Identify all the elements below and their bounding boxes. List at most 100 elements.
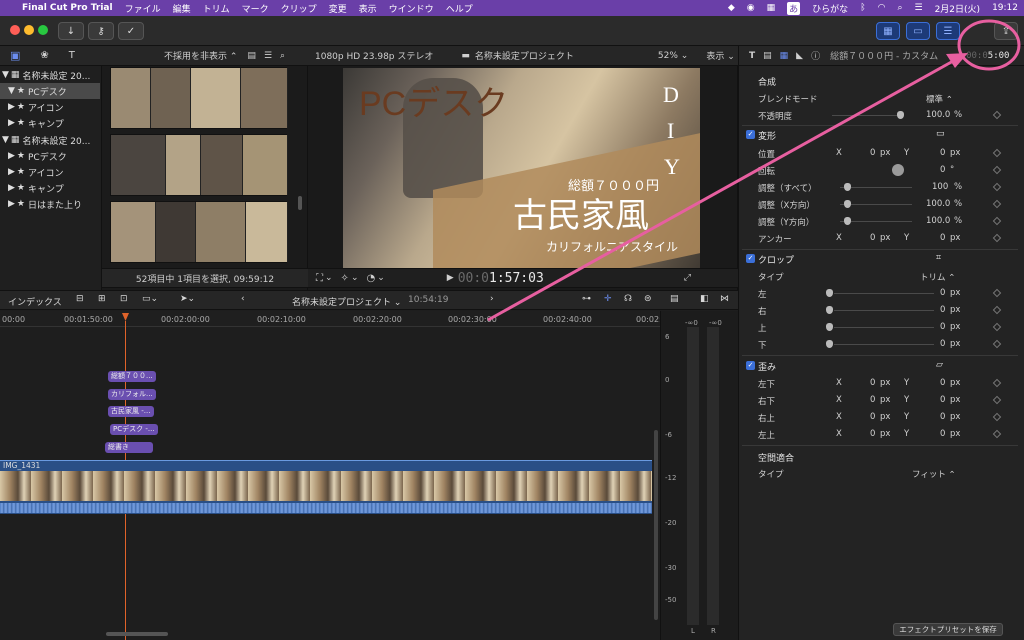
text-inspector-tab[interactable]: ▤ xyxy=(763,51,772,61)
effects-browser-icon[interactable]: ◧ xyxy=(700,294,709,304)
skimming-icon[interactable]: ⊶ xyxy=(582,294,591,304)
anchor-y-value[interactable]: 0 xyxy=(940,233,945,243)
share-button[interactable]: ⇪ xyxy=(994,22,1018,40)
distort-tl-x-value[interactable]: 0 xyxy=(870,429,875,439)
show-inspector-button[interactable]: ☰ xyxy=(936,22,960,40)
clip-thumbnail[interactable] xyxy=(110,67,288,129)
show-timeline-button[interactable]: ▭ xyxy=(906,22,930,40)
keywords-button[interactable]: ⚷ xyxy=(88,22,114,40)
crop-right-slider[interactable] xyxy=(834,310,934,311)
event-item-icon[interactable]: ▶ ★ アイコン xyxy=(0,99,100,115)
opacity-value[interactable]: 100.0 xyxy=(926,110,950,120)
timeline-project-popup[interactable]: 名称未設定プロジェクト ⌄ xyxy=(292,295,401,308)
transform-icon[interactable]: ⛶ xyxy=(316,273,323,284)
timeline-horizontal-scrollbar[interactable] xyxy=(106,632,168,636)
transitions-browser-icon[interactable]: ⋈ xyxy=(720,294,729,304)
disclosure-closed-icon[interactable]: ▶ xyxy=(8,183,15,193)
title-clip[interactable]: PCデスク -... xyxy=(110,424,158,435)
play-button[interactable]: ▶ xyxy=(447,273,454,283)
distort-tr-x-value[interactable]: 0 xyxy=(870,412,875,422)
audio-skimming-icon[interactable]: ✛ xyxy=(604,294,612,304)
keyframe-icon[interactable] xyxy=(992,216,1002,226)
browser-scrollbar[interactable] xyxy=(298,196,302,210)
disclosure-closed-icon[interactable]: ▶ xyxy=(8,102,15,112)
spatial-conform-section-header[interactable]: 空間適合 xyxy=(742,449,1020,466)
library-item[interactable]: ▼ ▦ 名称未設定 20... xyxy=(0,132,100,148)
headphones-icon[interactable]: ☊ xyxy=(624,294,632,304)
keyframe-icon[interactable] xyxy=(992,233,1002,243)
menu-modify[interactable]: 変更 xyxy=(329,2,347,15)
select-tool-icon[interactable]: ➤⌄ xyxy=(180,294,195,304)
keyboard-icon[interactable]: ▦ xyxy=(767,3,776,13)
search-icon[interactable]: ⌕ xyxy=(897,3,902,13)
menu-help[interactable]: ヘルプ xyxy=(446,2,473,15)
disclosure-closed-icon[interactable]: ▶ xyxy=(8,151,15,161)
keyframe-icon[interactable] xyxy=(992,412,1002,422)
menu-clip[interactable]: クリップ xyxy=(281,2,317,15)
solo-icon[interactable]: ⊜ xyxy=(644,294,652,304)
crop-top-value[interactable]: 0 xyxy=(940,322,945,332)
connect-clip-icon[interactable]: ⊟ xyxy=(76,294,84,304)
keyframe-icon[interactable] xyxy=(992,339,1002,349)
fullscreen-icon[interactable]: ⤢ xyxy=(684,273,691,283)
blend-mode-popup[interactable]: 標準 ⌃ xyxy=(926,93,953,105)
background-tasks-button[interactable]: ✓ xyxy=(118,22,144,40)
input-method-icon[interactable]: あ xyxy=(787,1,801,15)
conform-type-popup[interactable]: フィット ⌃ xyxy=(912,468,956,480)
timeline-ruler[interactable]: 00:00 00:01:50:00 00:02:00:00 00:02:10:0… xyxy=(0,311,685,327)
crop-top-slider-knob[interactable] xyxy=(826,323,833,331)
dropbox-icon[interactable]: ◆ xyxy=(728,3,735,13)
clip-thumbnail[interactable] xyxy=(110,201,288,263)
crop-right-value[interactable]: 0 xyxy=(940,305,945,315)
photos-icon[interactable]: ❀ xyxy=(40,50,48,61)
menu-edit[interactable]: 編集 xyxy=(173,2,191,15)
opacity-slider-knob[interactable] xyxy=(897,111,904,119)
control-center-icon[interactable]: ☰ xyxy=(915,3,923,13)
keyframe-icon[interactable] xyxy=(992,288,1002,298)
transform-section-header[interactable]: ✓ 変形 ▭ xyxy=(742,127,1020,144)
list-view-icon[interactable]: ☰ xyxy=(264,51,272,61)
title-clip[interactable]: 総額７００... xyxy=(108,371,156,382)
distort-section-header[interactable]: ✓ 歪み ▱ xyxy=(742,358,1020,375)
title-clip[interactable]: 古民家風 -... xyxy=(108,406,154,417)
view-menu[interactable]: 表示 ⌄ xyxy=(706,49,734,62)
video-inspector-tab[interactable]: ▦ xyxy=(780,51,789,61)
event-item-sun-also-rises[interactable]: ▶ ★ 日はまた上り xyxy=(0,196,100,212)
position-y-value[interactable]: 0 xyxy=(940,148,945,158)
keyframe-icon[interactable] xyxy=(992,110,1002,120)
transform-checkbox[interactable]: ✓ xyxy=(746,130,755,139)
title-inspector-tab[interactable]: T xyxy=(749,51,755,61)
title-clip[interactable]: カリフォル... xyxy=(108,389,156,400)
crop-bottom-value[interactable]: 0 xyxy=(940,339,945,349)
titles-icon[interactable]: T xyxy=(69,50,75,61)
insert-clip-icon[interactable]: ⊞ xyxy=(98,294,106,304)
event-item-camp[interactable]: ▶ ★ キャンプ xyxy=(0,115,100,131)
rotation-value[interactable]: 0 xyxy=(940,165,945,175)
retime-icon[interactable]: ◔ xyxy=(366,273,375,284)
scale-x-value[interactable]: 100.0 xyxy=(926,199,950,209)
opacity-slider[interactable] xyxy=(832,115,904,116)
scale-all-value[interactable]: 100 xyxy=(932,182,948,192)
crop-left-slider[interactable] xyxy=(834,293,934,294)
libraries-icon[interactable]: ▣ xyxy=(10,49,20,62)
overwrite-menu-icon[interactable]: ▭⌄ xyxy=(142,294,158,304)
disclosure-open-icon[interactable]: ▼ xyxy=(8,86,15,96)
event-item-pc-desk[interactable]: ▼ ★ PCデスク xyxy=(0,83,100,99)
disclosure-open-icon[interactable]: ▼ xyxy=(2,135,9,145)
video-clip[interactable]: IMG_1431 xyxy=(0,460,652,514)
menu-trim[interactable]: トリム xyxy=(203,2,230,15)
info-inspector-tab[interactable]: ⓘ xyxy=(811,49,820,62)
disclosure-closed-icon[interactable]: ▶ xyxy=(8,199,15,209)
history-back-icon[interactable]: ‹ xyxy=(241,294,245,304)
save-effects-preset-button[interactable]: エフェクトプリセットを保存 xyxy=(893,623,1003,636)
keyframe-icon[interactable] xyxy=(992,182,1002,192)
disclosure-closed-icon[interactable]: ▶ xyxy=(8,167,15,177)
keyframe-icon[interactable] xyxy=(992,148,1002,158)
crop-left-slider-knob[interactable] xyxy=(826,289,833,297)
distort-checkbox[interactable]: ✓ xyxy=(746,361,755,370)
crop-type-popup[interactable]: トリム ⌃ xyxy=(920,271,955,283)
scale-x-slider-knob[interactable] xyxy=(844,200,851,208)
append-clip-icon[interactable]: ⊡ xyxy=(120,294,128,304)
crop-top-slider[interactable] xyxy=(834,327,934,328)
clip-appearance-icon[interactable]: ▤ xyxy=(670,294,679,304)
